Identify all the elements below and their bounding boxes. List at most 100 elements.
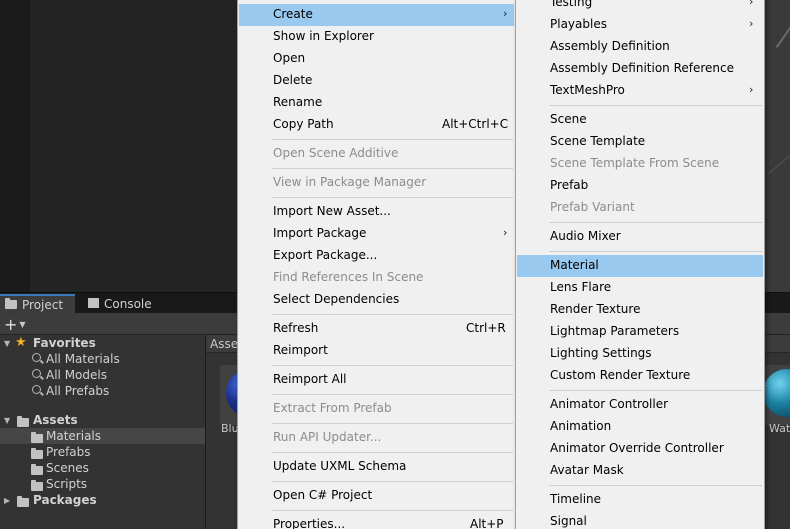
chevron-right-icon: › xyxy=(749,83,754,96)
tree-item-materials[interactable]: Materials xyxy=(0,428,205,444)
create-dropdown-button[interactable]: + ▼ xyxy=(4,314,26,334)
menu-item-import-new-asset[interactable]: Import New Asset... xyxy=(239,201,514,223)
menu-separator xyxy=(549,105,762,106)
menu-separator xyxy=(272,314,513,315)
submenu-item-lens-flare[interactable]: Lens Flare xyxy=(517,277,763,299)
tree-item-prefabs[interactable]: Prefabs xyxy=(0,444,205,460)
submenu-item-lightmap-parameters[interactable]: Lightmap Parameters xyxy=(517,321,763,343)
menu-item-create[interactable]: Create › xyxy=(239,4,514,26)
submenu-item-prefab[interactable]: Prefab xyxy=(517,175,763,197)
menu-separator xyxy=(272,139,513,140)
chevron-right-icon: › xyxy=(749,17,754,30)
caret-down-icon: ▼ xyxy=(19,319,26,329)
tab-project-label: Project xyxy=(22,298,64,312)
asset-tile-label: Blu xyxy=(221,422,239,435)
submenu-item-prefab-variant: Prefab Variant xyxy=(550,200,635,214)
menu-separator xyxy=(272,197,513,198)
menu-item-open-csharp-project[interactable]: Open C# Project xyxy=(239,485,514,507)
menu-item-open-scene-additive: Open Scene Additive xyxy=(273,146,399,160)
tree-packages[interactable]: ▶ Packages xyxy=(0,492,205,508)
menu-separator xyxy=(549,251,762,252)
submenu-item-scene-template[interactable]: Scene Template xyxy=(517,131,763,153)
menu-separator xyxy=(549,485,762,486)
shortcut-label: Alt+Ctrl+C xyxy=(442,117,509,131)
submenu-item-audio-mixer[interactable]: Audio Mixer xyxy=(517,226,763,248)
star-icon: ★ xyxy=(15,335,27,350)
expand-arrow-icon[interactable]: ▶ xyxy=(4,496,10,505)
chevron-right-icon: › xyxy=(503,7,508,20)
menu-separator xyxy=(272,452,513,453)
menu-separator xyxy=(549,390,762,391)
tree-item-all-prefabs[interactable]: All Prefabs xyxy=(0,383,205,399)
submenu-item-playables[interactable]: Playables › xyxy=(517,14,763,36)
submenu-item-testing[interactable]: Testing › xyxy=(517,0,763,14)
submenu-item-timeline[interactable]: Timeline xyxy=(517,489,763,511)
shortcut-label: Alt+P xyxy=(470,517,504,529)
expand-arrow-icon[interactable]: ▼ xyxy=(4,339,10,348)
search-icon xyxy=(32,385,41,394)
tree-item-label: All Models xyxy=(46,368,107,382)
menu-item-import-package[interactable]: Import Package › xyxy=(239,223,514,245)
breadcrumb-label: Asse xyxy=(210,336,239,351)
scene-left-edge xyxy=(0,0,30,292)
menu-item-properties[interactable]: Properties... Alt+P xyxy=(239,514,514,529)
tree-assets-label: Assets xyxy=(33,413,78,427)
menu-item-delete[interactable]: Delete xyxy=(239,70,514,92)
search-icon xyxy=(32,353,41,362)
submenu-item-scene[interactable]: Scene xyxy=(517,109,763,131)
submenu-item-animator-override-controller[interactable]: Animator Override Controller xyxy=(517,438,763,460)
asset-tile-water-material[interactable]: Wate xyxy=(761,365,790,435)
menu-separator xyxy=(272,394,513,395)
menu-item-copy-path[interactable]: Copy Path Alt+Ctrl+C xyxy=(239,114,514,136)
menu-item-find-references: Find References In Scene xyxy=(273,270,424,284)
scene-viewport-right xyxy=(764,0,790,292)
submenu-item-animation[interactable]: Animation xyxy=(517,416,763,438)
tree-favorites-label: Favorites xyxy=(33,336,96,350)
menu-item-export-package[interactable]: Export Package... xyxy=(239,245,514,267)
menu-separator xyxy=(272,510,513,511)
submenu-item-assembly-definition-reference[interactable]: Assembly Definition Reference xyxy=(517,58,763,80)
submenu-item-animator-controller[interactable]: Animator Controller xyxy=(517,394,763,416)
menu-item-reimport-all[interactable]: Reimport All xyxy=(239,369,514,391)
menu-item-open[interactable]: Open xyxy=(239,48,514,70)
shortcut-label: Ctrl+R xyxy=(466,321,506,335)
submenu-item-signal[interactable]: Signal xyxy=(517,511,763,529)
menu-item-show-in-explorer[interactable]: Show in Explorer xyxy=(239,26,514,48)
submenu-item-avatar-mask[interactable]: Avatar Mask xyxy=(517,460,763,482)
tree-item-all-models[interactable]: All Models xyxy=(0,367,205,383)
submenu-item-scene-template-from-scene: Scene Template From Scene xyxy=(550,156,720,170)
plus-icon: + xyxy=(4,314,18,334)
submenu-item-lighting-settings[interactable]: Lighting Settings xyxy=(517,343,763,365)
tree-item-label: Materials xyxy=(46,429,102,443)
menu-separator xyxy=(549,222,762,223)
submenu-item-render-texture[interactable]: Render Texture xyxy=(517,299,763,321)
tree-favorites[interactable]: ▼ ★ Favorites xyxy=(0,335,205,351)
menu-item-rename[interactable]: Rename xyxy=(239,92,514,114)
menu-separator xyxy=(272,481,513,482)
tab-console-label: Console xyxy=(104,297,152,311)
menu-separator xyxy=(272,365,513,366)
asset-tile-label: Wate xyxy=(769,422,790,435)
tree-item-all-materials[interactable]: All Materials xyxy=(0,351,205,367)
tree-assets[interactable]: ▼ Assets xyxy=(0,412,205,428)
menu-item-select-dependencies[interactable]: Select Dependencies xyxy=(239,289,514,311)
tree-item-label: All Prefabs xyxy=(46,384,110,398)
tab-console[interactable]: Console xyxy=(83,294,163,314)
tree-item-scripts[interactable]: Scripts xyxy=(0,476,205,492)
submenu-item-textmeshpro[interactable]: TextMeshPro › xyxy=(517,80,763,102)
menu-item-update-uxml-schema[interactable]: Update UXML Schema xyxy=(239,456,514,478)
menu-item-refresh[interactable]: Refresh Ctrl+R xyxy=(239,318,514,340)
menu-item-reimport[interactable]: Reimport xyxy=(239,340,514,362)
submenu-item-assembly-definition[interactable]: Assembly Definition xyxy=(517,36,763,58)
chevron-right-icon: › xyxy=(749,0,754,8)
console-icon xyxy=(88,297,99,311)
folder-icon xyxy=(5,298,17,312)
menu-separator xyxy=(272,423,513,424)
menu-item-run-api-updater: Run API Updater... xyxy=(273,430,382,444)
folder-icon xyxy=(17,496,29,510)
submenu-item-custom-render-texture[interactable]: Custom Render Texture xyxy=(517,365,763,387)
tree-item-scenes[interactable]: Scenes xyxy=(0,460,205,476)
submenu-item-material[interactable]: Material xyxy=(517,255,763,277)
tab-project[interactable]: Project xyxy=(0,294,75,314)
expand-arrow-icon[interactable]: ▼ xyxy=(4,416,10,425)
